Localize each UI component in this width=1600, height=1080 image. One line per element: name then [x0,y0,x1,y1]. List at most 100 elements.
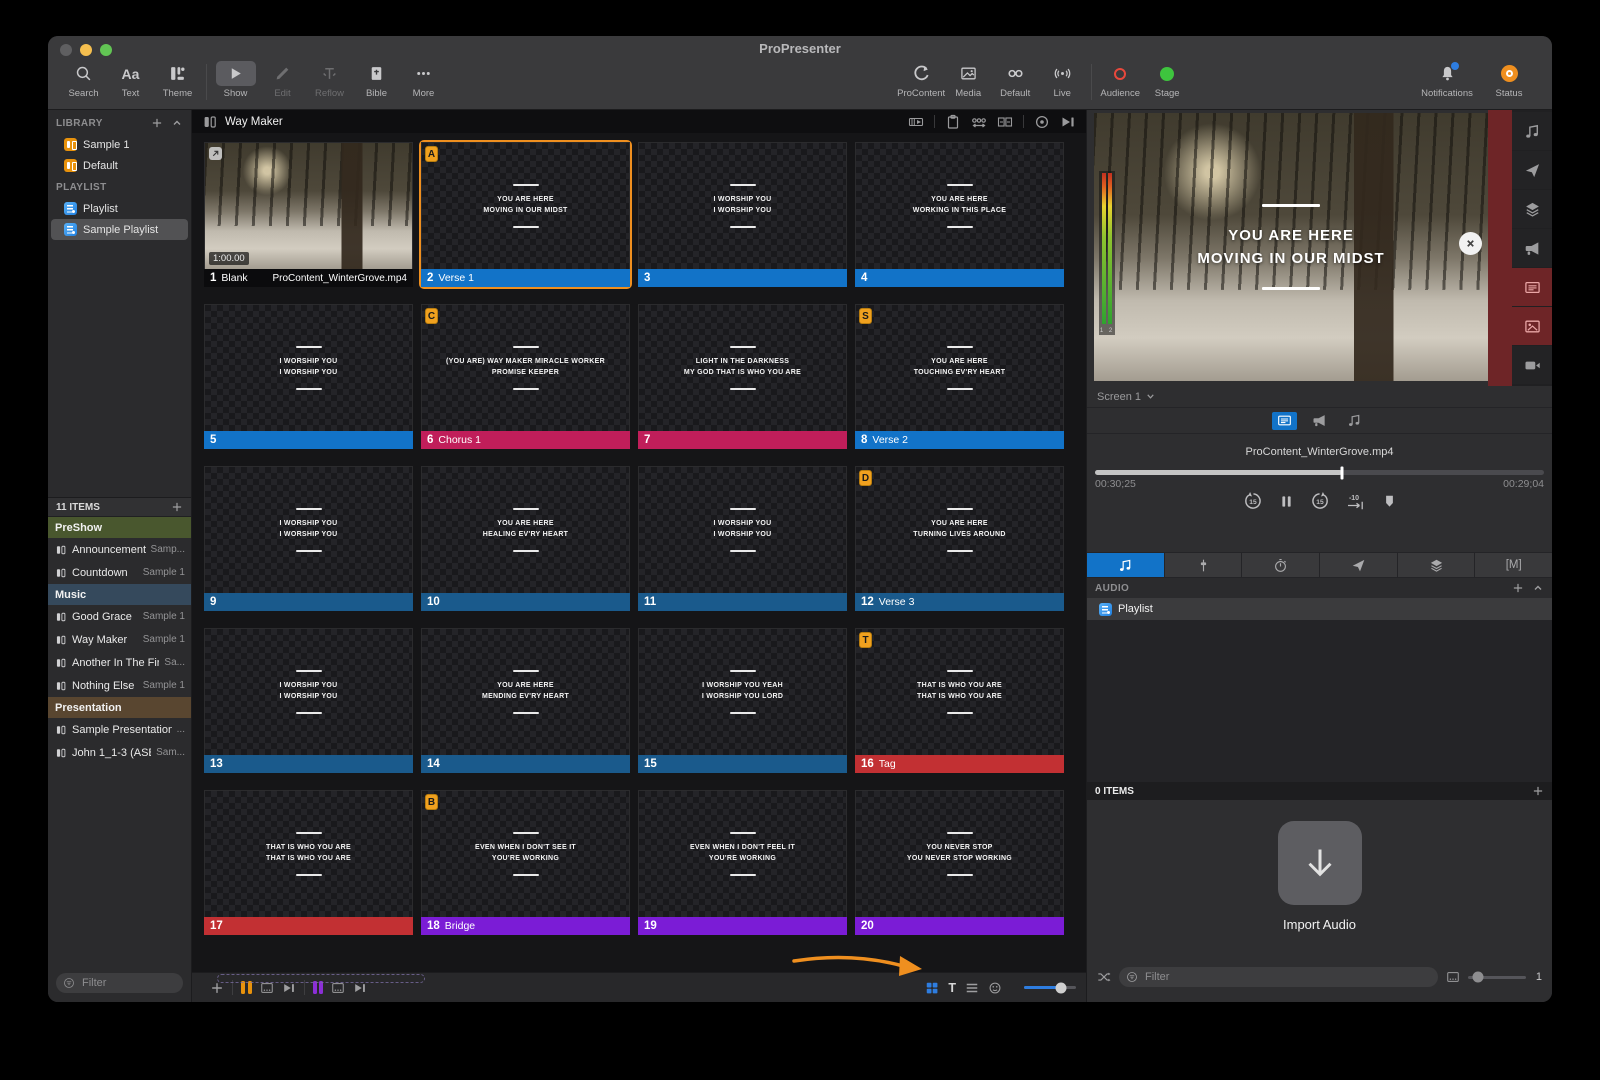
toolbar-bible-button[interactable]: Bible [353,61,400,99]
splitview-icon[interactable] [997,114,1013,130]
layer-music-button[interactable] [1512,112,1552,150]
playlist-presentation-item[interactable]: John 1_1-3 (ASB)Sam... [48,741,191,764]
toolbar-reflow-button[interactable]: Reflow [306,61,353,99]
slide-cell-16[interactable]: TTHAT IS WHO YOU ARETHAT IS WHO YOU ARE1… [855,628,1064,773]
slide-cell-5[interactable]: I WORSHIP YOUI WORSHIP YOU5 [204,304,413,449]
close-window-button[interactable] [60,44,72,56]
add-library-button[interactable] [151,117,163,129]
panel-tab-macro[interactable]: [M] [1475,553,1552,577]
slide-cell-11[interactable]: I WORSHIP YOUI WORSHIP YOU11 [638,466,847,611]
playlist-presentation-item[interactable]: Way MakerSample 1 [48,628,191,651]
layer-layers-button[interactable] [1512,190,1552,228]
toolbar-default-button[interactable]: Default [992,61,1039,99]
zoom-window-button[interactable] [100,44,112,56]
playlist-item-playlist[interactable]: Playlist [51,198,188,219]
slide-cell-15[interactable]: I WORSHIP YOU YEAHI WORSHIP YOU LORD15 [638,628,847,773]
layer-image-button[interactable] [1512,307,1552,345]
layer-megaphone-button[interactable] [1512,229,1552,267]
panel-tab-layers[interactable] [1398,553,1476,577]
listview-button[interactable] [965,981,979,995]
minimize-window-button[interactable] [80,44,92,56]
toolbar-procontent-button[interactable]: ProContent [898,61,945,99]
toolbar-notifications-button[interactable]: Notifications [1416,61,1478,99]
output-preview-video[interactable]: YOU ARE HERE MOVING IN OUR MIDST 1 2 [1094,113,1488,381]
advance-icon[interactable] [1060,114,1076,130]
toolbar-live-button[interactable]: Live [1039,61,1086,99]
playlist-presentation-item[interactable]: Another In The FireSa... [48,651,191,674]
slide-cell-4[interactable]: YOU ARE HEREWORKING IN THIS PLACE4 [855,142,1064,287]
audio-volume-slider[interactable] [1468,976,1526,979]
slide-cell-9[interactable]: I WORSHIP YOUI WORSHIP YOU9 [204,466,413,611]
slide-cell-14[interactable]: YOU ARE HEREMENDING EV'RY HEART14 [421,628,630,773]
media-progress-knob[interactable] [1340,466,1343,479]
slide-cell-13[interactable]: I WORSHIP YOUI WORSHIP YOU13 [204,628,413,773]
slide-cell-10[interactable]: YOU ARE HEREHEALING EV'RY HEART10 [421,466,630,611]
panel-tab-music[interactable] [1087,553,1165,577]
slide-cell-2[interactable]: AYOU ARE HEREMOVING IN OUR MIDST2Verse 1 [421,142,630,287]
marker-button[interactable] [1382,494,1397,509]
shuffle-icon[interactable] [1097,970,1111,984]
playlist-presentation-item[interactable]: Sample Presentation... [48,718,191,741]
toolbar-media-button[interactable]: Media [945,61,992,99]
layer-send-button[interactable] [1512,151,1552,189]
sidebar-filter-input[interactable] [80,976,176,990]
slide-cell-12[interactable]: DYOU ARE HERETURNING LIVES AROUND12Verse… [855,466,1064,611]
back15-button[interactable]: 15 [1243,491,1263,511]
clear-all-button[interactable] [1459,232,1482,255]
panel-tab-send[interactable] [1320,553,1398,577]
sidebar-filter-field[interactable] [56,973,183,993]
panel-tab-fader[interactable] [1165,553,1243,577]
layer-camera-button[interactable] [1512,346,1552,384]
add-audio-playlist-button[interactable] [1512,582,1524,594]
add-audio-item-button[interactable] [1532,785,1544,797]
slide-cell-19[interactable]: EVEN WHEN I DON'T FEEL ITYOU'RE WORKING1… [638,790,847,935]
collapse-library-icon[interactable] [171,117,183,129]
output-tab-music[interactable] [1342,412,1367,430]
slide-cell-20[interactable]: YOU NEVER STOPYOU NEVER STOP WORKING20 [855,790,1064,935]
fwd15-button[interactable]: 15 [1310,491,1330,511]
library-item-default[interactable]: Default [51,155,188,176]
toolbar-edit-button[interactable]: Edit [259,61,306,99]
timeline-icon[interactable] [908,114,924,130]
playlist-presentation-item[interactable]: AnnouncementsSamp... [48,538,191,561]
gridview-button[interactable] [925,981,939,995]
toolbar-search-button[interactable]: Search [60,61,107,99]
labels-button[interactable] [988,981,1002,995]
playlist-presentation-item[interactable]: Nothing ElseSample 1 [48,674,191,697]
slide-cell-18[interactable]: BEVEN WHEN I DON'T SEE ITYOU'RE WORKING1… [421,790,630,935]
panel-tab-timer[interactable] [1242,553,1320,577]
slide-size-slider-knob[interactable] [1056,982,1067,993]
playlist-presentation-item[interactable]: Good GraceSample 1 [48,605,191,628]
toolbar-text-button[interactable]: AaText [107,61,154,99]
screen-selector[interactable]: Screen 1 [1087,386,1552,408]
pause-button[interactable] [1279,494,1294,509]
toolbar-stage-button[interactable]: Stage [1144,61,1191,99]
output-tab-megaphone[interactable] [1307,412,1332,430]
toolbar-theme-button[interactable]: Theme [154,61,201,99]
toolbar-more-button[interactable]: More [400,61,447,99]
audio-volume-knob[interactable] [1473,972,1484,983]
slide-cell-7[interactable]: LIGHT IN THE DARKNESSMY GOD THAT IS WHO … [638,304,847,449]
slide-cell-17[interactable]: THAT IS WHO YOU ARETHAT IS WHO YOU ARE17 [204,790,413,935]
audio-playlist-row[interactable]: Playlist [1087,598,1552,620]
collapse-audio-icon[interactable] [1532,582,1544,594]
loop3-icon[interactable] [971,114,987,130]
slide-cell-8[interactable]: SYOU ARE HERETOUCHING EV'RY HEART8Verse … [855,304,1064,449]
audio-filter-input[interactable] [1143,970,1431,984]
add-item-button[interactable] [171,501,183,513]
playlist-item-sample-playlist[interactable]: Sample Playlist [51,219,188,240]
output-tab-display[interactable] [1272,412,1297,430]
import-audio-button[interactable] [1278,821,1362,905]
toolbar-audience-button[interactable]: Audience [1097,61,1144,99]
media-progress-bar[interactable] [1095,470,1544,475]
text-view-button[interactable]: T [948,981,956,995]
slide-cell-3[interactable]: I WORSHIP YOUI WORSHIP YOU3 [638,142,847,287]
slide-cell-6[interactable]: C(YOU ARE) WAY MAKER MIRACLE WORKERPROMI… [421,304,630,449]
slide-cell-1[interactable]: 1:00.001BlankProContent_WinterGrove.mp4 [204,142,413,287]
library-item-sample-1[interactable]: Sample 1 [51,134,188,155]
toolbar-show-button[interactable]: Show [212,61,259,99]
slide-size-slider[interactable] [1024,986,1076,989]
toolbar-status-button[interactable]: Status [1478,61,1540,99]
layer-display-button[interactable] [1512,268,1552,306]
playlist-presentation-item[interactable]: CountdownSample 1 [48,561,191,584]
